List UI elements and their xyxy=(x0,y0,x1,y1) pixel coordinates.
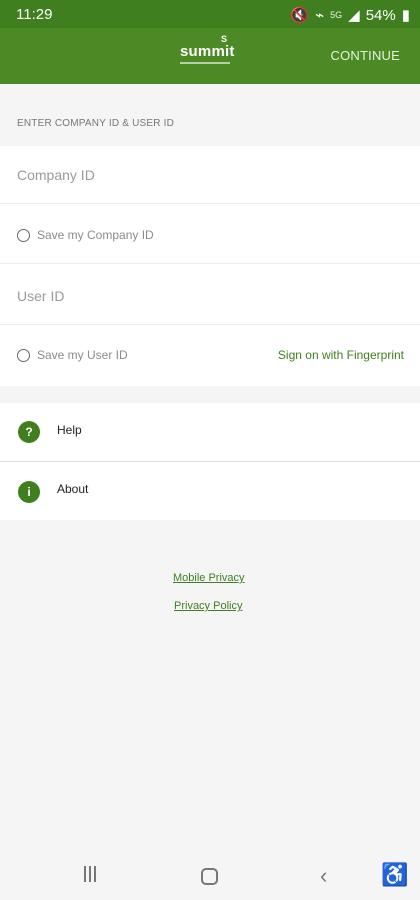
continue-button[interactable]: CONTINUE xyxy=(331,48,401,63)
divider xyxy=(0,263,420,264)
about-item[interactable]: i About xyxy=(0,462,420,520)
fingerprint-signon-link[interactable]: Sign on with Fingerprint xyxy=(278,348,404,362)
home-icon[interactable] xyxy=(201,868,218,885)
wifi-icon: ⌁ xyxy=(315,7,325,24)
summit-logo: summit S xyxy=(180,34,235,64)
divider xyxy=(0,203,420,204)
mobile-privacy-link[interactable]: Mobile Privacy xyxy=(173,572,245,584)
radio-button[interactable] xyxy=(17,228,30,242)
radio-button[interactable] xyxy=(17,348,30,362)
status-bar: 11:29 🔇 ⌁ 5G ◢ 54% ▮ xyxy=(0,0,420,28)
logo-text: summit xyxy=(180,43,235,60)
mute-icon: 🔇 xyxy=(290,7,310,24)
signal-icon: ◢ xyxy=(348,7,360,24)
status-icons: 🔇 ⌁ 5G ◢ 54% ▮ xyxy=(290,6,410,25)
system-nav-bar: ‹ ♿ xyxy=(0,852,420,900)
app-bar: summit S CONTINUE xyxy=(0,28,420,84)
menu-card: ? Help i About xyxy=(0,403,420,520)
help-icon: ? xyxy=(18,421,40,443)
info-icon: i xyxy=(18,481,40,503)
logo-mark-icon: S xyxy=(221,34,228,44)
about-label: About xyxy=(57,482,89,496)
user-id-field[interactable]: User ID xyxy=(17,288,64,304)
accessibility-icon[interactable]: ♿ xyxy=(381,862,408,888)
save-company-id-option[interactable]: Save my Company ID xyxy=(17,228,154,242)
company-id-field[interactable]: Company ID xyxy=(17,167,95,183)
recents-icon[interactable] xyxy=(84,866,99,887)
battery-text: 54% xyxy=(365,6,396,24)
save-user-label: Save my User ID xyxy=(37,348,128,362)
login-form-card: Company ID Save my Company ID User ID Sa… xyxy=(0,146,420,386)
back-icon[interactable]: ‹ xyxy=(320,863,327,889)
save-user-id-option[interactable]: Save my User ID xyxy=(17,348,128,362)
battery-icon: ▮ xyxy=(401,7,410,24)
status-time: 11:29 xyxy=(16,6,53,23)
section-label: ENTER COMPANY ID & USER ID xyxy=(17,118,175,129)
privacy-policy-link[interactable]: Privacy Policy xyxy=(174,600,242,612)
logo-underline xyxy=(180,62,230,64)
divider xyxy=(0,324,420,325)
help-item[interactable]: ? Help xyxy=(0,403,420,461)
network-label: 5G xyxy=(330,10,343,20)
help-label: Help xyxy=(57,423,82,437)
save-company-label: Save my Company ID xyxy=(37,228,154,242)
